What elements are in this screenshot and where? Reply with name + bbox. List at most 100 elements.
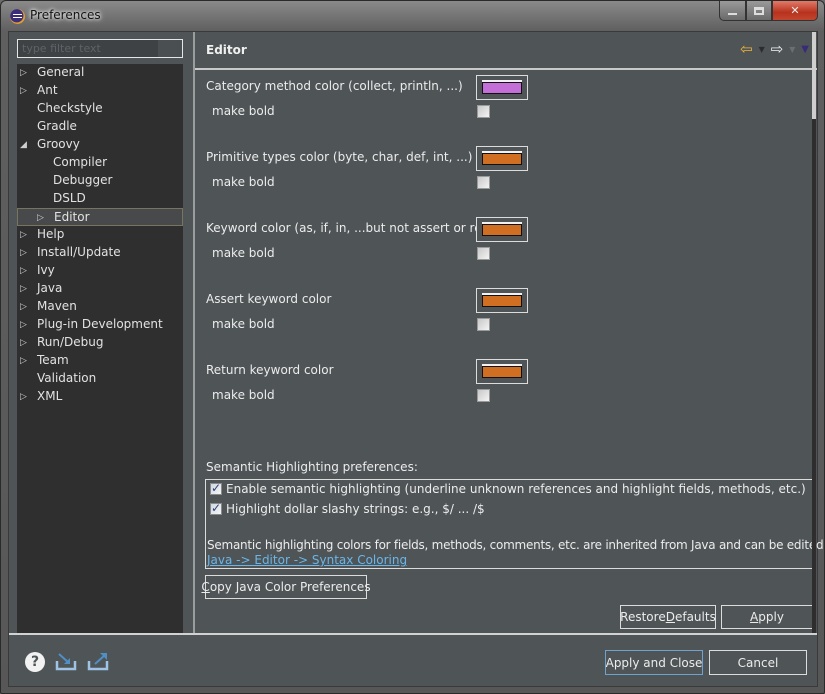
title-separator <box>195 68 817 70</box>
tree-item-validation[interactable]: Validation <box>17 370 183 388</box>
export-icon[interactable] <box>87 652 109 672</box>
tree-item-editor[interactable]: ▷ Editor <box>17 208 183 226</box>
mnemonic-d: D <box>665 610 675 624</box>
tree-item-label: Editor <box>54 210 90 224</box>
color-pref-label: Category method color (collect, println,… <box>206 79 463 93</box>
tree-item-label: Team <box>37 353 69 367</box>
footer-separator <box>9 633 817 635</box>
enable-semantic-row[interactable]: Enable semantic highlighting (underline … <box>210 481 806 496</box>
make-bold-label: make bold <box>212 388 275 402</box>
maximize-icon <box>754 6 764 15</box>
make-bold-label: make bold <box>212 104 275 118</box>
syntax-coloring-link[interactable]: Java -> Editor -> Syntax Coloring <box>207 553 407 567</box>
tree-item-label: Help <box>37 227 65 241</box>
tree-item-compiler[interactable]: Compiler <box>17 154 183 172</box>
mnemonic-a: A <box>750 610 759 624</box>
tree-item-maven[interactable]: ▷ Maven <box>17 298 183 316</box>
tree-item-dsld[interactable]: DSLD <box>17 190 183 208</box>
footer-tools: ? <box>25 652 109 672</box>
preference-tree[interactable]: ▷ General ▷ Ant Checkstyle Gradle ◢ Groovy Compi… <box>17 64 183 634</box>
tree-item-help[interactable]: ▷ Help <box>17 226 183 244</box>
color-picker-button[interactable] <box>476 75 528 100</box>
preferences-window: Preferences ✕ ▷ General ▷ Ant Checkstyle Grad… <box>0 0 825 694</box>
make-bold-checkbox[interactable] <box>477 318 490 331</box>
color-picker-button[interactable] <box>476 288 528 313</box>
collapsed-triangle-icon[interactable]: ▷ <box>20 230 30 240</box>
collapsed-triangle-icon[interactable]: ▷ <box>20 266 30 276</box>
collapsed-triangle-icon[interactable]: ▷ <box>20 248 30 258</box>
tree-item-team[interactable]: ▷ Team <box>17 352 183 370</box>
import-icon[interactable] <box>55 652 77 672</box>
apply-and-close-button[interactable]: Apply and Close <box>605 650 703 675</box>
tree-item-run-debug[interactable]: ▷ Run/Debug <box>17 334 183 352</box>
dollar-slashy-row[interactable]: Highlight dollar slashy strings: e.g., $… <box>210 501 485 516</box>
tree-item-debugger[interactable]: Debugger <box>17 172 183 190</box>
collapsed-triangle-icon[interactable]: ▷ <box>20 320 30 330</box>
collapsed-triangle-icon[interactable]: ▷ <box>20 338 30 348</box>
tree-item-plug-in-development[interactable]: ▷ Plug-in Development <box>17 316 183 334</box>
tree-item-label: Groovy <box>37 137 80 151</box>
collapsed-triangle-icon[interactable]: ▷ <box>20 392 30 402</box>
tree-item-gradle[interactable]: Gradle <box>17 118 183 136</box>
semantic-group: Enable semantic highlighting (underline … <box>205 479 825 569</box>
cancel-button[interactable]: Cancel <box>709 650 807 675</box>
preference-page: Editor ⇦ ▼ ⇨ ▼ ▼ Category method color (… <box>195 32 825 635</box>
forward-arrow-icon[interactable]: ⇨ <box>771 42 784 57</box>
title-bar[interactable]: Preferences ✕ <box>1 1 824 31</box>
collapsed-triangle-icon[interactable]: ▷ <box>20 302 30 312</box>
vertical-scrollbar[interactable] <box>812 32 816 635</box>
apply-button[interactable]: Apply <box>721 605 813 629</box>
tree-item-install-update[interactable]: ▷ Install/Update <box>17 244 183 262</box>
dollar-slashy-checkbox[interactable] <box>210 501 222 515</box>
filter-field[interactable] <box>17 39 183 58</box>
tree-item-checkstyle[interactable]: Checkstyle <box>17 100 183 118</box>
collapsed-triangle-icon[interactable]: ▷ <box>20 68 30 78</box>
tree-item-groovy[interactable]: ◢ Groovy <box>17 136 183 154</box>
restore-defaults-button[interactable]: Restore Defaults <box>620 605 716 629</box>
make-bold-label: make bold <box>212 175 275 189</box>
apply-button-label: pply <box>758 610 784 624</box>
make-bold-checkbox[interactable] <box>477 176 490 189</box>
minimize-icon <box>728 12 737 15</box>
color-picker-button[interactable] <box>476 146 528 171</box>
tree-item-java[interactable]: ▷ Java <box>17 280 183 298</box>
collapsed-triangle-icon[interactable]: ▷ <box>20 284 30 294</box>
make-bold-checkbox[interactable] <box>477 247 490 260</box>
minimize-button[interactable] <box>719 1 746 21</box>
maximize-button[interactable] <box>746 1 772 21</box>
window-title: Preferences <box>30 8 101 22</box>
close-icon: ✕ <box>790 4 800 17</box>
scrollbar-thumb[interactable] <box>812 32 816 119</box>
preference-navigation: ▷ General ▷ Ant Checkstyle Gradle ◢ Groovy Compi… <box>9 32 193 635</box>
tree-item-ivy[interactable]: ▷ Ivy <box>17 262 183 280</box>
make-bold-checkbox[interactable] <box>477 105 490 118</box>
tree-item-general[interactable]: ▷ General <box>17 64 183 82</box>
back-history-dropdown-icon[interactable]: ▼ <box>757 45 767 54</box>
tree-item-xml[interactable]: ▷ XML <box>17 388 183 406</box>
view-menu-icon[interactable]: ▼ <box>801 44 809 55</box>
tree-item-label: XML <box>37 389 63 403</box>
eclipse-logo-icon <box>10 9 25 24</box>
color-swatch <box>482 366 522 378</box>
color-pref-label: Keyword color (as, if, in, ...but not as… <box>206 221 511 235</box>
collapsed-triangle-icon[interactable]: ▷ <box>37 213 47 223</box>
back-arrow-icon[interactable]: ⇦ <box>740 42 753 57</box>
expanded-triangle-icon[interactable]: ◢ <box>20 140 30 150</box>
close-button[interactable]: ✕ <box>772 1 818 21</box>
color-picker-button[interactable] <box>476 217 528 242</box>
enable-semantic-checkbox[interactable] <box>210 481 222 495</box>
dialog-client-area: ▷ General ▷ Ant Checkstyle Gradle ◢ Groovy Compi… <box>8 31 825 687</box>
page-navigation: ⇦ ▼ ⇨ ▼ ▼ <box>740 42 809 57</box>
color-picker-button[interactable] <box>476 359 528 384</box>
help-icon[interactable]: ? <box>25 652 45 672</box>
collapsed-triangle-icon[interactable]: ▷ <box>20 356 30 366</box>
make-bold-checkbox[interactable] <box>477 389 490 402</box>
tree-item-ant[interactable]: ▷ Ant <box>17 82 183 100</box>
forward-history-dropdown-icon[interactable]: ▼ <box>787 45 797 54</box>
make-bold-label: make bold <box>212 246 275 260</box>
copy-java-colors-button[interactable]: Copy Java Color Preferences <box>201 575 371 599</box>
tree-item-label: Maven <box>37 299 77 313</box>
semantic-heading: Semantic Highlighting preferences: <box>206 460 418 474</box>
filter-input[interactable] <box>18 40 158 57</box>
collapsed-triangle-icon[interactable]: ▷ <box>20 86 30 96</box>
